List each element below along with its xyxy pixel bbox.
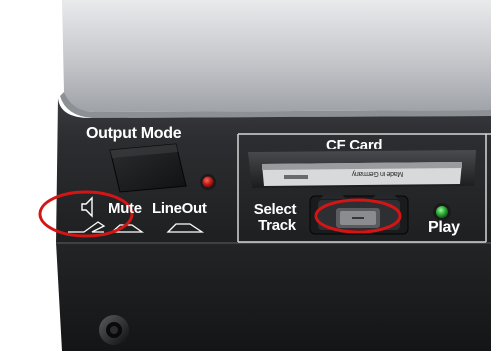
top-lid bbox=[60, 0, 491, 118]
mute-led-red bbox=[200, 174, 216, 190]
select-track-button[interactable] bbox=[309, 192, 409, 235]
output-mode-label: Output Mode bbox=[86, 125, 182, 142]
output-mode-switch[interactable] bbox=[109, 143, 187, 193]
lineout-label: LineOut bbox=[152, 200, 207, 217]
card-print: Made in Germany bbox=[352, 170, 404, 177]
device-photo-svg bbox=[0, 0, 491, 351]
product-photo: Output Mode Mute LineOut CF Card Made in… bbox=[0, 0, 491, 351]
select-label: Select bbox=[253, 201, 297, 218]
mute-label: Mute bbox=[108, 200, 142, 217]
cf-card-slot[interactable] bbox=[248, 150, 476, 188]
track-label: Track bbox=[258, 217, 296, 234]
play-label: Play bbox=[428, 219, 460, 236]
headphone-jack bbox=[99, 315, 129, 345]
